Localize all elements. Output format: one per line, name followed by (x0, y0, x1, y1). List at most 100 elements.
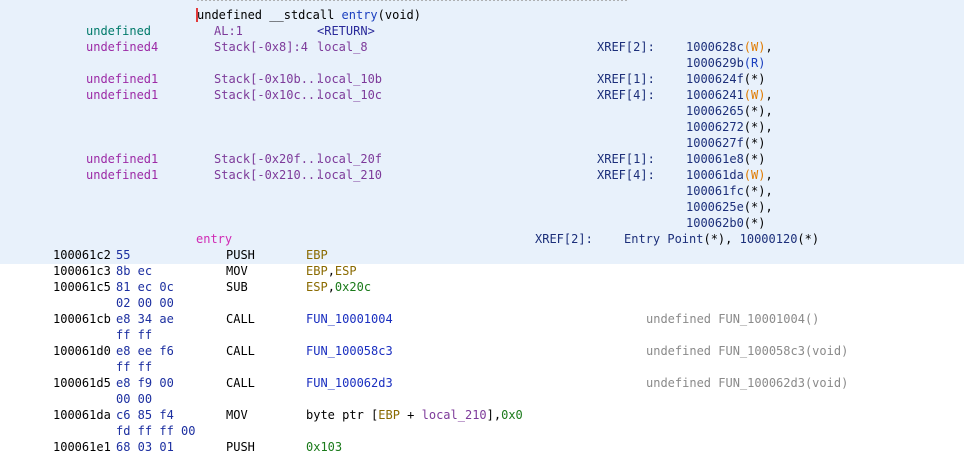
variable-name[interactable]: local_10b (317, 71, 382, 87)
xref-entry[interactable]: 10006272(*), (686, 119, 773, 135)
xref-continuation-row[interactable]: 1000627f(*) (0, 135, 964, 151)
xref-entry-point[interactable]: Entry Point (624, 232, 703, 246)
xref-entry[interactable]: 1000625e(*), (686, 199, 773, 215)
function-signature[interactable]: undefined __stdcall entry(void) (0, 7, 964, 23)
xref-address[interactable]: 100061da (686, 168, 744, 182)
instruction-address[interactable]: 100061da (53, 407, 111, 423)
variable-row[interactable]: undefined4 Stack[-0x8]:4 local_8 XREF[2]: 10… (0, 39, 964, 55)
instruction-mnemonic[interactable]: PUSH (226, 247, 255, 263)
variable-type[interactable]: undefined1 (86, 167, 158, 183)
operand[interactable]: 0x0 (501, 408, 523, 422)
operand[interactable]: EBP (306, 248, 328, 262)
instruction-row[interactable]: 100061c2 55 PUSH EBP (0, 247, 964, 263)
operand[interactable]: FUN_10001004 (306, 312, 393, 326)
operand[interactable]: EBP (378, 408, 400, 422)
xref-entry[interactable]: 1000627f(*) (686, 135, 765, 151)
xref-address[interactable]: 100062b0 (686, 216, 744, 230)
xref-entry[interactable]: 100062b0(*) (686, 215, 765, 231)
instruction-address[interactable]: 100061c3 (53, 263, 111, 279)
instruction-row[interactable]: 100061cb e8 34 ae CALL FUN_10001004 undefine… (0, 311, 964, 327)
xref-entry[interactable]: 1000629b(R) (686, 55, 765, 71)
xref-entry[interactable]: 1000624f(*) (686, 71, 765, 87)
instruction-mnemonic[interactable]: CALL (226, 375, 255, 391)
operand[interactable]: FUN_100062d3 (306, 376, 393, 390)
operand[interactable]: 0x20c (335, 280, 371, 294)
xref-address[interactable]: 1000624f (686, 72, 744, 86)
xref-continuation-row[interactable]: 10006265(*), (0, 103, 964, 119)
variable-row[interactable]: undefined1 Stack[-0x210... local_210 XREF[4… (0, 167, 964, 183)
variable-row[interactable]: undefined1 Stack[-0x10b... local_10b XREF[1… (0, 71, 964, 87)
instruction-operands[interactable]: FUN_10001004 (306, 311, 393, 327)
xref-address[interactable]: 1000625e (686, 200, 744, 214)
instruction-operands[interactable]: FUN_100058c3 (306, 343, 393, 359)
xref-address[interactable]: 100061fc (686, 184, 744, 198)
operand[interactable]: ESP (335, 264, 357, 278)
variable-name[interactable]: local_20f (317, 151, 382, 167)
listing-view[interactable]: undefined __stdcall entry(void) undefine… (0, 0, 964, 459)
instruction-mnemonic[interactable]: MOV (226, 407, 248, 423)
instruction-address[interactable]: 100061d5 (53, 375, 111, 391)
instruction-operands[interactable]: byte ptr [EBP + local_210],0x0 (306, 407, 523, 423)
instruction-address[interactable]: 100061e1 (53, 439, 111, 455)
instruction-row[interactable]: 100061d5 e8 f9 00 CALL FUN_100062d3 undefine… (0, 375, 964, 391)
variable-type[interactable]: undefined1 (86, 71, 158, 87)
variable-name[interactable]: <RETURN> (317, 23, 375, 39)
xref-address[interactable]: 10006265 (686, 104, 744, 118)
instruction-operands[interactable]: ESP,0x20c (306, 279, 371, 295)
instruction-address[interactable]: 100061c5 (53, 279, 111, 295)
instruction-bytes-continuation[interactable]: 00 00 (0, 391, 964, 407)
xref-entry[interactable]: 100061fc(*), (686, 183, 773, 199)
instruction-operands[interactable]: 0x103 (306, 439, 342, 455)
operand[interactable]: 0x103 (306, 440, 342, 454)
variable-name[interactable]: local_8 (317, 39, 368, 55)
xref-entry[interactable]: 10006265(*), (686, 103, 773, 119)
variable-name[interactable]: local_210 (317, 167, 382, 183)
xref-continuation-row[interactable]: 100061fc(*), (0, 183, 964, 199)
variable-type[interactable]: undefined1 (86, 151, 158, 167)
variable-row[interactable]: undefined AL:1 <RETURN> (0, 23, 964, 39)
xref-continuation-row[interactable]: 1000625e(*), (0, 199, 964, 215)
variable-row[interactable]: undefined1 Stack[-0x10c... local_10c XREF[4… (0, 87, 964, 103)
instruction-mnemonic[interactable]: MOV (226, 263, 248, 279)
xref-address[interactable]: 10006272 (686, 120, 744, 134)
xref-entry[interactable]: 1000628c(W), (686, 39, 773, 55)
instruction-row[interactable]: 100061d0 e8 ee f6 CALL FUN_100058c3 undefine… (0, 343, 964, 359)
label-row[interactable]: entry XREF[2]: Entry Point(*), 10000120(… (0, 231, 964, 247)
xref-continuation-row[interactable]: 10006272(*), (0, 119, 964, 135)
xref-address[interactable]: 1000628c (686, 40, 744, 54)
xref-address[interactable]: 10000120 (740, 232, 798, 246)
operand[interactable]: EBP (306, 264, 328, 278)
operand[interactable]: local_210 (422, 408, 487, 422)
xref-continuation-row[interactable]: 100062b0(*) (0, 215, 964, 231)
operand[interactable]: FUN_100058c3 (306, 344, 393, 358)
instruction-operands[interactable]: EBP (306, 247, 328, 263)
instruction-address[interactable]: 100061c2 (53, 247, 111, 263)
function-name[interactable]: entry (342, 8, 378, 22)
instruction-operands[interactable]: EBP,ESP (306, 263, 357, 279)
xref-entry[interactable]: 100061da(W), (686, 167, 773, 183)
instruction-row[interactable]: 100061c5 81 ec 0c SUB ESP,0x20c (0, 279, 964, 295)
variable-row[interactable]: undefined1 Stack[-0x20f... local_20f XREF[1… (0, 151, 964, 167)
instruction-address[interactable]: 100061d0 (53, 343, 111, 359)
xref-address[interactable]: 10006241 (686, 88, 744, 102)
xref-address[interactable]: 1000629b (686, 56, 744, 70)
instruction-mnemonic[interactable]: SUB (226, 279, 248, 295)
variable-name[interactable]: local_10c (317, 87, 382, 103)
instruction-row[interactable]: 100061e1 68 03 01 PUSH 0x103 (0, 439, 964, 455)
instruction-bytes-continuation[interactable]: 02 00 00 (0, 295, 964, 311)
instruction-mnemonic[interactable]: PUSH (226, 439, 255, 455)
instruction-row[interactable]: 100061da c6 85 f4 MOV byte ptr [EBP + local… (0, 407, 964, 423)
xref-entry[interactable]: 100061e8(*) (686, 151, 765, 167)
instruction-bytes-continuation[interactable]: ff ff (0, 327, 964, 343)
variable-type[interactable]: undefined (86, 23, 151, 39)
instruction-mnemonic[interactable]: CALL (226, 311, 255, 327)
instruction-mnemonic[interactable]: CALL (226, 343, 255, 359)
xref-continuation-row[interactable]: 1000629b(R) (0, 55, 964, 71)
instruction-bytes-continuation[interactable]: fd ff ff 00 (0, 423, 964, 439)
instruction-operands[interactable]: FUN_100062d3 (306, 375, 393, 391)
xref-entry[interactable]: 10006241(W), (686, 87, 773, 103)
xref-address[interactable]: 1000627f (686, 136, 744, 150)
entry-label[interactable]: entry (196, 231, 232, 247)
xref-address[interactable]: 100061e8 (686, 152, 744, 166)
instruction-bytes-continuation[interactable]: ff ff (0, 359, 964, 375)
